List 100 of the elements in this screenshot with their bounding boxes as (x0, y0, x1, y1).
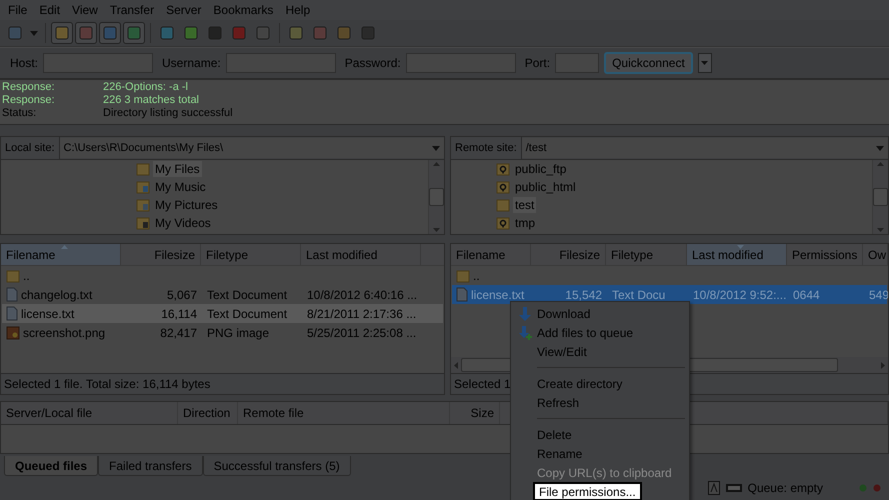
column-header[interactable]: Direction (178, 402, 238, 424)
table-cell-text: Text Docu (611, 288, 666, 302)
tree-item[interactable]: test (513, 197, 536, 213)
status-light-icon (873, 484, 881, 492)
scroll-left-icon[interactable] (454, 362, 458, 368)
column-header[interactable]: Permissions (787, 244, 863, 265)
menu-item[interactable]: Download (513, 304, 687, 323)
menu-item[interactable]: Server (160, 3, 208, 17)
toolbar-icon[interactable] (207, 25, 223, 41)
download-plus-icon (519, 326, 533, 340)
file-row[interactable]: changelog.txt 5,067 Text Document 10/8/2012 6:40:16 ... (2, 285, 443, 304)
table-cell-text: Text Document (206, 306, 288, 320)
path-combobox[interactable]: /test (522, 138, 888, 158)
column-header[interactable]: Filename (1, 244, 121, 265)
file-row[interactable]: .. (452, 266, 887, 285)
queue-status: Queue: empty (748, 481, 823, 495)
toolbar-icon[interactable] (126, 25, 142, 41)
folder-icon (136, 180, 150, 194)
file-name: .. (23, 268, 30, 282)
dropdown-button[interactable] (698, 53, 712, 73)
toolbar-icon[interactable] (288, 25, 304, 41)
tree-item[interactable]: tmp (513, 215, 538, 231)
column-header[interactable]: Remote file (238, 402, 450, 424)
dropdown-arrow-icon[interactable] (876, 146, 884, 150)
column-header[interactable]: Ow (863, 244, 888, 265)
log-label: Response: (2, 81, 56, 94)
folder-icon (136, 198, 150, 212)
menu-item[interactable]: File (2, 3, 34, 17)
menu-item[interactable]: File permissions... (533, 482, 642, 500)
file-row[interactable]: screenshot.png 82,417 PNG image 5/25/2011 2:25:08 ... (2, 323, 443, 342)
input-field[interactable] (43, 53, 154, 73)
quickconnect-button[interactable]: Quickconnect (604, 52, 693, 74)
scroll-up-icon[interactable] (433, 162, 440, 166)
table-cell-text: 10/8/2012 9:52:... (692, 288, 788, 302)
menu-item[interactable]: Add files to queue (513, 323, 687, 342)
table-cell-text: 82,417 (159, 326, 198, 340)
scroll-right-icon[interactable] (881, 362, 885, 368)
tree-item[interactable]: public_ftp (513, 161, 568, 177)
toolbar-icon[interactable] (183, 25, 199, 41)
input-field[interactable] (406, 53, 516, 73)
input-field[interactable] (226, 53, 336, 73)
scrollbar[interactable] (428, 160, 444, 234)
file-row[interactable]: .. (2, 266, 443, 285)
menu-item[interactable]: Refresh (513, 393, 687, 412)
menu-item[interactable]: Rename (513, 444, 687, 463)
column-header[interactable]: Server/Local file (1, 402, 178, 424)
menu-item[interactable]: Delete (513, 425, 687, 444)
toolbar-icon[interactable] (78, 25, 94, 41)
table-cell-text: 5,067 (166, 288, 198, 302)
toolbar-icon[interactable] (231, 25, 247, 41)
tree-item[interactable]: public_html (513, 179, 578, 195)
toolbar-icon[interactable] (360, 25, 376, 41)
toolbar-icon[interactable] (159, 25, 175, 41)
folder-icon (496, 198, 510, 212)
toolbar-icon[interactable] (312, 25, 328, 41)
tree-item[interactable]: My Music (153, 179, 208, 195)
menu-item[interactable]: View/Edit (513, 342, 687, 361)
scroll-down-icon[interactable] (433, 228, 440, 232)
image-file-icon (6, 326, 20, 340)
scroll-thumb[interactable] (429, 188, 444, 206)
queue-tab[interactable]: Failed transfers (98, 456, 203, 476)
scrollbar[interactable] (872, 160, 888, 234)
toolbar-icon[interactable] (7, 25, 23, 41)
log-label: Response: (2, 94, 56, 107)
scroll-up-icon[interactable] (877, 162, 884, 166)
tree-item[interactable]: My Videos (153, 215, 213, 231)
toolbar-icon[interactable] (255, 25, 271, 41)
document-icon (6, 306, 18, 321)
queue-tab[interactable]: Successful transfers (5) (202, 456, 351, 476)
table-cell-text: 5/25/2011 2:25:08 ... (306, 326, 418, 340)
dropdown-arrow-icon (701, 61, 708, 65)
scroll-down-icon[interactable] (877, 228, 884, 232)
field-label: Password: (344, 56, 401, 70)
column-header[interactable]: Last modified (301, 244, 421, 265)
toolbar-icon[interactable] (102, 25, 118, 41)
tree-item[interactable]: My Pictures (153, 197, 220, 213)
menu-item[interactable]: Bookmarks (207, 3, 280, 17)
file-row[interactable]: license.txt 16,114 Text Document 8/21/2011 2:17:36 ... (2, 304, 443, 323)
tree-item[interactable]: My Files (153, 161, 202, 177)
toolbar-icon[interactable] (54, 25, 70, 41)
dropdown-arrow-icon[interactable] (432, 146, 440, 150)
dropdown-arrow-icon[interactable] (30, 30, 38, 36)
column-header[interactable]: Filesize (121, 244, 201, 265)
path-combobox[interactable]: C:\Users\R\Documents\My Files\ (60, 138, 444, 158)
menu-item[interactable]: Help (279, 3, 316, 17)
toolbar-icon[interactable] (336, 25, 352, 41)
menu-item[interactable]: View (66, 3, 104, 17)
folder-icon (136, 216, 150, 230)
scroll-thumb[interactable] (873, 188, 888, 206)
menu-item[interactable]: Transfer (104, 3, 160, 17)
menu-item[interactable]: Edit (33, 3, 66, 17)
menu-item[interactable]: Create directory (513, 374, 687, 393)
column-header[interactable]: Last modified (687, 244, 787, 265)
column-header[interactable]: Filename (451, 244, 531, 265)
column-header[interactable]: Filesize (531, 244, 606, 265)
column-header[interactable]: Size (450, 402, 500, 424)
sort-descending-icon (736, 245, 744, 249)
input-field[interactable] (555, 53, 600, 73)
column-header[interactable]: Filetype (201, 244, 301, 265)
queue-tab[interactable]: Queued files (4, 456, 98, 476)
